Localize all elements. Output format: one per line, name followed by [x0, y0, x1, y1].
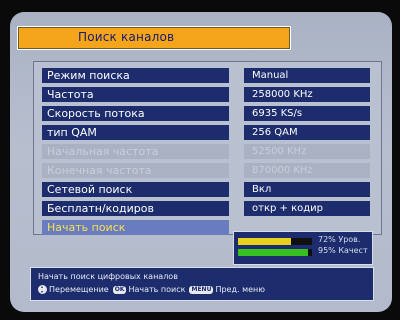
signal-quality-text: 95% Качест — [318, 246, 368, 255]
start-frequency-label: Начальная частота — [42, 144, 229, 159]
menu-key-icon: MENU — [189, 285, 214, 294]
start-frequency-value: 52500 KHz — [244, 144, 370, 159]
help-description: Начать поиск цифровых каналов — [38, 272, 178, 281]
symbol-rate-value[interactable]: 6935 KS/s — [244, 106, 370, 121]
ok-label: Начать поиск — [128, 285, 186, 294]
settings-menu: Режим поиска Manual Частота 258000 KHz С… — [33, 61, 382, 235]
menu-row-symbol-rate[interactable]: Скорость потока 6935 KS/s — [34, 106, 381, 121]
network-search-label: Сетевой поиск — [42, 182, 229, 197]
menu-row-free-scrambled[interactable]: Бесплатн/кодиров откр + кодир — [34, 201, 381, 216]
free-scrambled-label: Бесплатн/кодиров — [42, 201, 229, 216]
menu-row-search-mode[interactable]: Режим поиска Manual — [34, 68, 381, 83]
signal-level-text: 72% Уров. — [318, 235, 361, 244]
end-frequency-label: Конечная частота — [42, 163, 229, 178]
qam-type-value[interactable]: 256 QAM — [244, 125, 370, 140]
free-scrambled-value[interactable]: откр + кодир — [244, 201, 370, 216]
search-mode-value[interactable]: Manual — [244, 68, 370, 83]
move-label: Перемещение — [49, 285, 109, 294]
frequency-value[interactable]: 258000 KHz — [244, 87, 370, 102]
help-panel: Начать поиск цифровых каналов Перемещени… — [30, 267, 374, 301]
signal-indicator: 72% Уров. 95% Качест — [233, 231, 373, 265]
menu-row-qam-type[interactable]: тип QAM 256 QAM — [34, 125, 381, 140]
menu-row-start-frequency: Начальная частота 52500 KHz — [34, 144, 381, 159]
symbol-rate-label: Скорость потока — [42, 106, 229, 121]
tv-screen: Поиск каналов Режим поиска Manual Частот… — [10, 12, 392, 312]
signal-level-fill — [238, 238, 292, 245]
menu-label: Пред. меню — [215, 285, 266, 294]
page-title: Поиск каналов — [78, 30, 175, 44]
frequency-label: Частота — [42, 87, 229, 102]
title-bar: Поиск каналов — [17, 26, 291, 50]
menu-row-end-frequency: Конечная частота 870000 KHz — [34, 163, 381, 178]
qam-type-label: тип QAM — [42, 125, 229, 140]
signal-quality-fill — [238, 249, 309, 256]
menu-row-frequency[interactable]: Частота 258000 KHz — [34, 87, 381, 102]
menu-row-network-search[interactable]: Сетевой поиск Вкл — [34, 182, 381, 197]
search-mode-label: Режим поиска — [42, 68, 229, 83]
network-search-value[interactable]: Вкл — [244, 182, 370, 197]
signal-quality-bar — [238, 249, 312, 256]
signal-level-bar — [238, 238, 312, 245]
ok-key-icon: OK — [112, 285, 127, 294]
end-frequency-value: 870000 KHz — [244, 163, 370, 178]
help-keys: Перемещение OK Начать поиск MENU Пред. м… — [38, 285, 265, 294]
navigate-updown-icon — [38, 285, 47, 294]
start-search-label[interactable]: Начать поиск — [42, 220, 229, 235]
